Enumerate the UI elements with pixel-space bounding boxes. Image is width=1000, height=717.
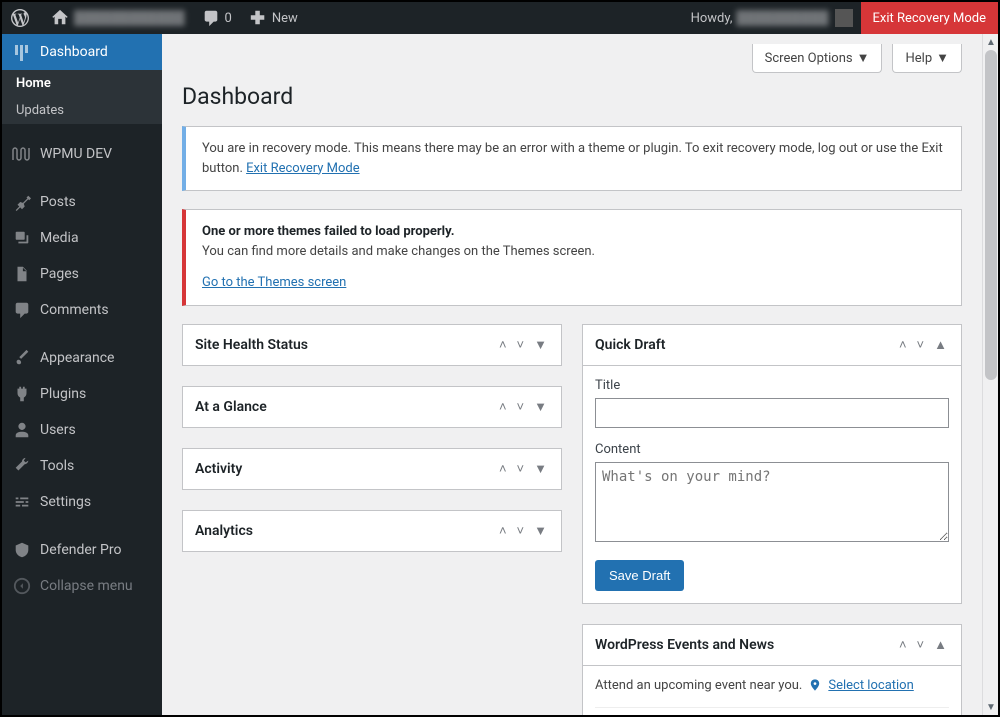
draft-content-textarea[interactable] xyxy=(595,462,949,542)
save-draft-button[interactable]: Save Draft xyxy=(595,560,684,591)
admin-bar: ████████████ 0 New Howdy, ██████████ Exi… xyxy=(2,2,998,34)
draft-content-label: Content xyxy=(595,442,949,457)
collapse-menu[interactable]: Collapse menu xyxy=(2,568,162,604)
toggle-icon[interactable]: ▲ xyxy=(932,635,949,655)
content-area: Screen Options ▼ Help ▼ Dashboard You ar… xyxy=(162,34,982,715)
scroll-thumb[interactable] xyxy=(985,50,997,380)
quick-draft-box: Quick Draft ˄˅▲ Title Content Save Draft xyxy=(582,324,962,604)
new-label: New xyxy=(272,11,298,26)
move-down-icon[interactable]: ˅ xyxy=(915,335,927,355)
scroll-down-icon[interactable]: ▼ xyxy=(983,699,999,715)
site-name: ████████████ xyxy=(74,10,185,26)
menu-wpmu-dev[interactable]: WPMU DEV xyxy=(2,136,162,172)
move-up-icon[interactable]: ˄ xyxy=(497,459,509,479)
wpmu-icon xyxy=(12,144,32,164)
toggle-icon[interactable]: ▼ xyxy=(532,335,549,355)
user-icon xyxy=(12,420,32,440)
greeting-text: Howdy, xyxy=(691,11,733,26)
menu-comments[interactable]: Comments xyxy=(2,292,162,328)
submenu-home[interactable]: Home xyxy=(2,70,162,97)
page-title: Dashboard xyxy=(182,83,962,110)
move-up-icon[interactable]: ˄ xyxy=(497,521,509,541)
comment-icon xyxy=(201,8,221,28)
sliders-icon xyxy=(12,492,32,512)
move-down-icon[interactable]: ˅ xyxy=(515,397,527,417)
help-button[interactable]: Help ▼ xyxy=(892,44,962,73)
menu-pages[interactable]: Pages xyxy=(2,256,162,292)
scroll-up-icon[interactable]: ▲ xyxy=(983,34,999,50)
recovery-notice: You are in recovery mode. This means the… xyxy=(182,126,962,191)
dashboard-icon xyxy=(12,42,32,62)
site-home-link[interactable]: ████████████ xyxy=(42,2,193,34)
at-a-glance-box: At a Glance ˄˅▼ xyxy=(182,386,562,428)
screen-options-button[interactable]: Screen Options ▼ xyxy=(752,44,883,73)
menu-dashboard[interactable]: Dashboard xyxy=(2,34,162,70)
submenu-updates[interactable]: Updates xyxy=(2,97,162,124)
media-icon xyxy=(12,228,32,248)
menu-posts[interactable]: Posts xyxy=(2,184,162,220)
comments-icon xyxy=(12,300,32,320)
themes-error-notice: One or more themes failed to load proper… xyxy=(182,209,962,306)
activity-box: Activity ˄˅▼ xyxy=(182,448,562,490)
screen-meta-links: Screen Options ▼ Help ▼ xyxy=(182,44,962,73)
scrollbar[interactable]: ▲ ▼ xyxy=(982,34,998,715)
draft-title-input[interactable] xyxy=(595,398,949,428)
move-up-icon[interactable]: ˄ xyxy=(897,335,909,355)
chevron-down-icon: ▼ xyxy=(857,50,870,66)
event-row: Audit Like A Pro: WordPress Wednesday, A… xyxy=(595,707,949,716)
comments-link[interactable]: 0 xyxy=(193,2,240,34)
wp-logo[interactable] xyxy=(2,2,42,34)
plus-icon xyxy=(248,8,268,28)
wordpress-icon xyxy=(10,8,30,28)
shield-icon xyxy=(12,540,32,560)
menu-users[interactable]: Users xyxy=(2,412,162,448)
move-up-icon[interactable]: ˄ xyxy=(497,335,509,355)
toggle-icon[interactable]: ▲ xyxy=(932,335,949,355)
brush-icon xyxy=(12,348,32,368)
move-down-icon[interactable]: ˅ xyxy=(515,459,527,479)
move-down-icon[interactable]: ˅ xyxy=(915,635,927,655)
chevron-down-icon: ▼ xyxy=(936,50,949,66)
analytics-box: Analytics ˄˅▼ xyxy=(182,510,562,552)
location-icon xyxy=(808,678,822,692)
events-news-box: WordPress Events and News ˄˅▲ Attend an … xyxy=(582,624,962,716)
menu-media[interactable]: Media xyxy=(2,220,162,256)
page-icon xyxy=(12,264,32,284)
menu-settings[interactable]: Settings xyxy=(2,484,162,520)
home-icon xyxy=(50,8,70,28)
move-down-icon[interactable]: ˅ xyxy=(515,521,527,541)
toggle-icon[interactable]: ▼ xyxy=(532,459,549,479)
username: ██████████ xyxy=(736,10,828,26)
admin-sidebar: Dashboard Home Updates WPMU DEV Posts Me… xyxy=(2,34,162,715)
plugin-icon xyxy=(12,384,32,404)
new-content-link[interactable]: New xyxy=(240,2,306,34)
draft-title-label: Title xyxy=(595,378,949,393)
themes-screen-link[interactable]: Go to the Themes screen xyxy=(202,275,346,290)
avatar xyxy=(835,9,853,27)
toggle-icon[interactable]: ▼ xyxy=(532,521,549,541)
pin-icon xyxy=(12,192,32,212)
submenu-dashboard: Home Updates xyxy=(2,70,162,124)
site-health-box: Site Health Status ˄ ˅ ▼ xyxy=(182,324,562,366)
move-up-icon[interactable]: ˄ xyxy=(897,635,909,655)
collapse-icon xyxy=(12,576,32,596)
comments-count: 0 xyxy=(225,11,232,26)
move-up-icon[interactable]: ˄ xyxy=(497,397,509,417)
toggle-icon[interactable]: ▼ xyxy=(532,397,549,417)
menu-plugins[interactable]: Plugins xyxy=(2,376,162,412)
wrench-icon xyxy=(12,456,32,476)
menu-defender[interactable]: Defender Pro xyxy=(2,532,162,568)
exit-recovery-link[interactable]: Exit Recovery Mode xyxy=(246,161,360,176)
menu-appearance[interactable]: Appearance xyxy=(2,340,162,376)
exit-recovery-button[interactable]: Exit Recovery Mode xyxy=(861,2,999,34)
select-location-link[interactable]: Select location xyxy=(828,678,913,693)
move-down-icon[interactable]: ˅ xyxy=(515,335,527,355)
my-account[interactable]: Howdy, ██████████ xyxy=(683,2,861,34)
menu-tools[interactable]: Tools xyxy=(2,448,162,484)
